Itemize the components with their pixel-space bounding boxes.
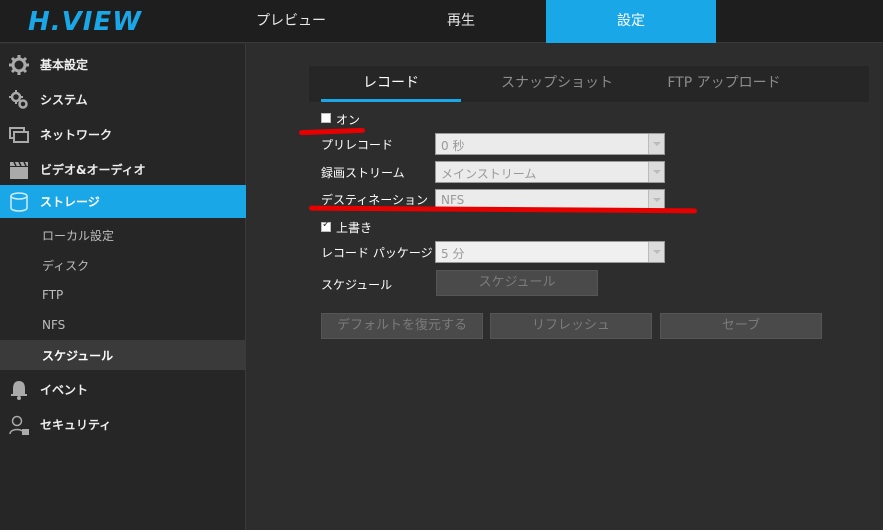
sidebar-subitem-label: NFS	[42, 318, 66, 332]
subtab-snapshot[interactable]: スナップショット	[477, 66, 637, 102]
subtab-ftp-upload[interactable]: FTP アップロード	[639, 66, 809, 102]
package-select[interactable]: 5 分	[435, 241, 665, 263]
network-icon	[9, 127, 29, 143]
sidebar-item-event[interactable]: イベント	[0, 373, 246, 406]
sidebar-subitem-label: FTP	[42, 288, 64, 302]
subtab-bar: レコード スナップショット FTP アップロード	[309, 66, 869, 102]
stream-label: 録画ストリーム	[321, 166, 405, 180]
annotation-underline	[298, 127, 366, 136]
package-value: 5 分	[441, 247, 465, 261]
prerecord-label: プリレコード	[321, 138, 394, 152]
chevron-down-icon	[648, 162, 664, 182]
sidebar-item-label: ストレージ	[40, 195, 100, 209]
schedule-label: スケジュール	[321, 278, 393, 292]
sidebar-subitem-nfs[interactable]: NFS	[0, 310, 246, 340]
tab-playback[interactable]: 再生	[376, 0, 546, 43]
chevron-down-icon	[648, 190, 664, 210]
package-label: レコード パッケージ	[321, 246, 433, 260]
restore-defaults-button[interactable]: デフォルトを復元する	[321, 313, 483, 339]
sidebar: 基本設定 システム ネットワーク ビデオ&オーディオ ストレージ ローカル設定 …	[0, 44, 246, 530]
save-button[interactable]: セーブ	[660, 313, 822, 339]
on-checkbox[interactable]	[321, 113, 331, 123]
tab-settings[interactable]: 設定	[546, 0, 716, 43]
sidebar-item-label: ネットワーク	[40, 128, 113, 142]
sidebar-subitem-label: ディスク	[42, 258, 90, 273]
logo: H.VIEW	[28, 7, 142, 37]
tab-preview[interactable]: プレビュー	[206, 0, 376, 43]
sidebar-item-label: セキュリティ	[40, 418, 112, 432]
bell-icon	[11, 381, 27, 400]
gear-icon	[9, 55, 29, 75]
prerecord-select[interactable]: 0 秒	[435, 133, 665, 155]
sidebar-item-security[interactable]: セキュリティ	[0, 408, 246, 441]
stream-value: メインストリーム	[441, 167, 537, 181]
sidebar-subitem-disk[interactable]: ディスク	[0, 250, 246, 280]
prerecord-value: 0 秒	[441, 139, 465, 153]
destination-value: NFS	[441, 193, 465, 207]
top-bar: H.VIEW プレビュー 再生 設定	[0, 0, 883, 43]
sidebar-item-label: ビデオ&オーディオ	[40, 163, 146, 177]
on-label: オン	[336, 113, 361, 127]
stream-select[interactable]: メインストリーム	[435, 161, 665, 183]
sidebar-item-label: システム	[40, 93, 88, 107]
sidebar-item-system[interactable]: システム	[0, 83, 246, 116]
sidebar-subitem-label: スケジュール	[42, 348, 114, 363]
refresh-button[interactable]: リフレッシュ	[490, 313, 652, 339]
sidebar-subitem-schedule[interactable]: スケジュール	[0, 340, 246, 370]
subtab-record[interactable]: レコード	[321, 66, 461, 102]
gears-icon	[9, 90, 28, 109]
sidebar-subitem-local-settings[interactable]: ローカル設定	[0, 220, 246, 250]
overwrite-checkbox[interactable]	[321, 219, 331, 232]
schedule-button[interactable]: スケジュール	[436, 270, 598, 296]
clapperboard-icon	[10, 161, 28, 179]
content-panel: レコード スナップショット FTP アップロード オン プリレコード 0 秒 録…	[247, 44, 883, 530]
sidebar-item-network[interactable]: ネットワーク	[0, 118, 246, 151]
sidebar-subitem-ftp[interactable]: FTP	[0, 280, 246, 310]
sidebar-item-basic-settings[interactable]: 基本設定	[0, 48, 246, 81]
chevron-down-icon	[648, 242, 664, 262]
chevron-down-icon	[648, 134, 664, 154]
storage-icon	[10, 192, 28, 212]
sidebar-subitem-label: ローカル設定	[42, 228, 115, 243]
user-lock-icon	[9, 415, 29, 435]
sidebar-item-video-audio[interactable]: ビデオ&オーディオ	[0, 153, 246, 186]
overwrite-label: 上書き	[336, 221, 373, 235]
sidebar-item-storage[interactable]: ストレージ	[0, 185, 246, 218]
sidebar-item-label: 基本設定	[40, 58, 89, 72]
sidebar-item-label: イベント	[40, 383, 89, 397]
